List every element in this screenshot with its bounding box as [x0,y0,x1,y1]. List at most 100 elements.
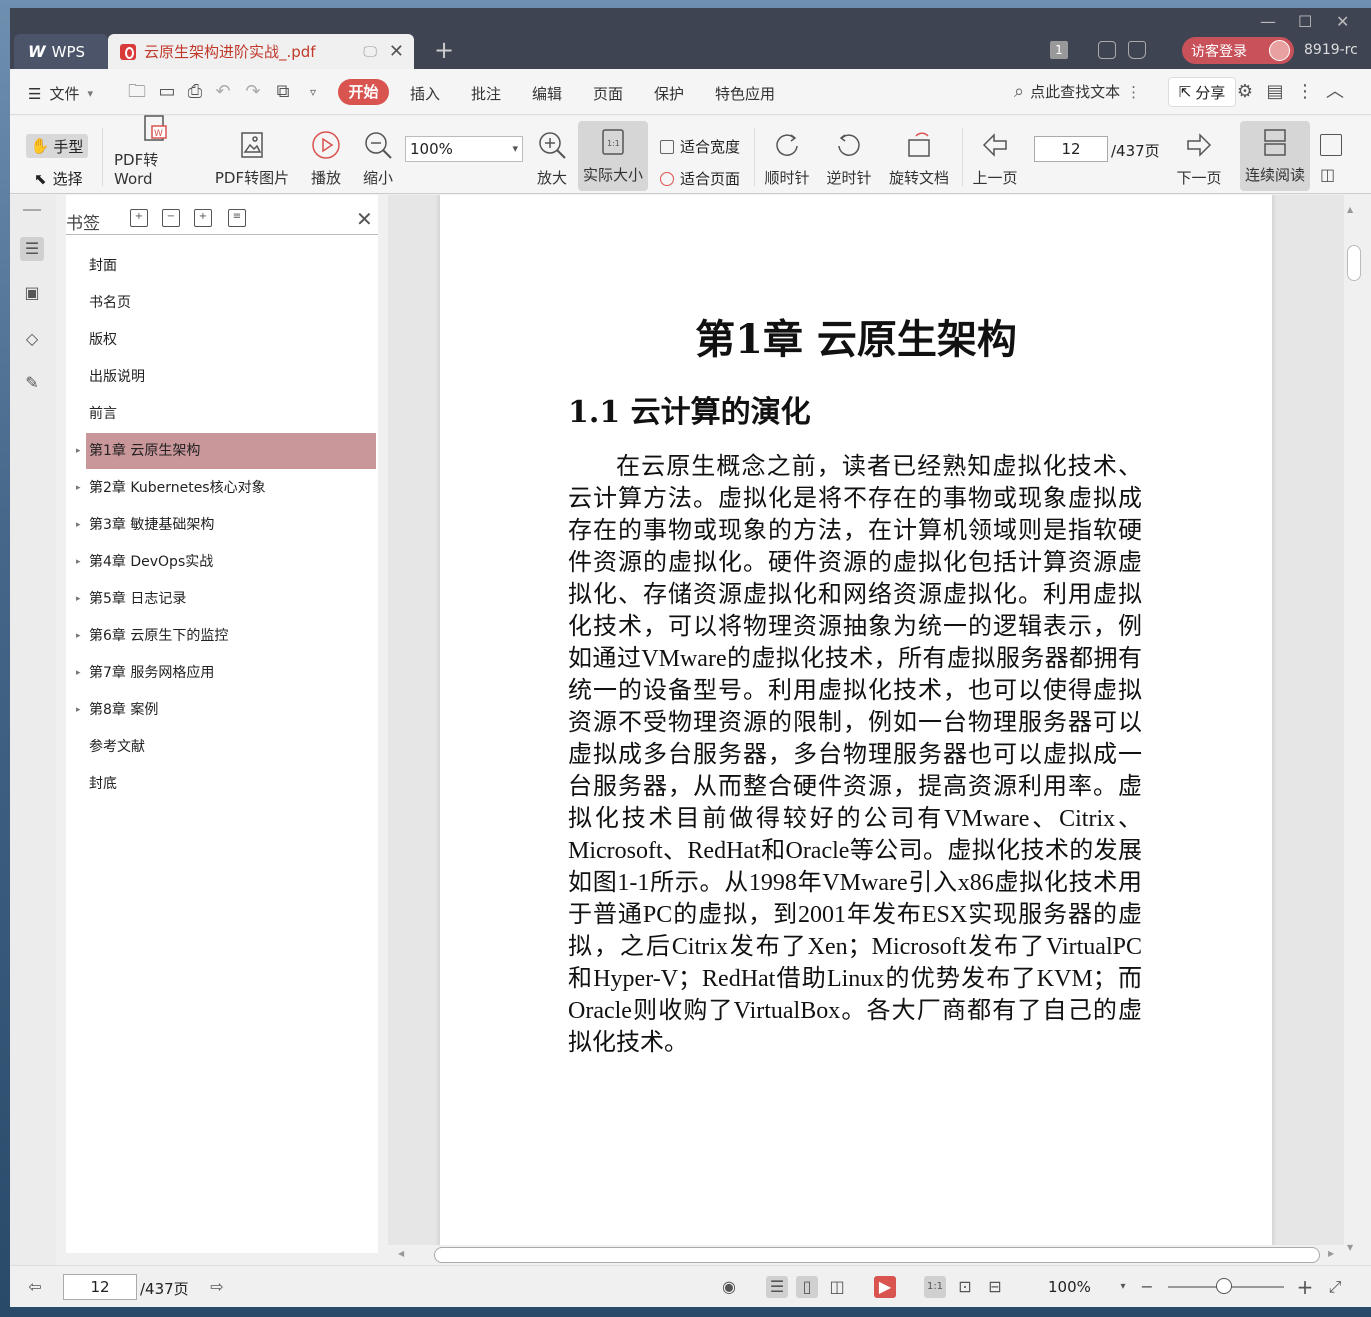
zoom-in-button[interactable]: 放大 [532,116,572,194]
next-page-small-icon[interactable]: ⇨ [206,1276,228,1298]
play-button[interactable]: 播放 [306,116,346,194]
zoom-plus-icon[interactable]: + [1294,1276,1316,1298]
bookmark-item[interactable]: ▸ 第4章 DevOps实战 [76,544,376,580]
open-folder-icon[interactable]: 🗀 [126,81,148,103]
continuous-view-icon[interactable]: ☰ [766,1276,788,1298]
tab-edit[interactable]: 编辑 [532,83,562,104]
continuous-reading-button[interactable]: 连续阅读 [1240,121,1310,191]
vertical-scroll-thumb[interactable] [1347,245,1361,281]
pdf-to-image-button[interactable]: PDF转图片 [212,116,292,194]
collapse-all-icon[interactable]: − [162,209,180,227]
expand-arrow-icon[interactable]: ▸ [76,692,81,728]
share-button[interactable]: ⇱ 分享 [1168,77,1236,107]
fit-page-small-icon[interactable]: ⊡ [954,1276,976,1298]
bookmark-item[interactable]: ▸ 第8章 案例 [76,692,376,728]
monitor-icon[interactable]: 🖵 [363,44,377,60]
bookmark-item[interactable]: ▸ 第7章 服务网格应用 [76,655,376,691]
expand-arrow-icon[interactable]: ▸ [76,618,81,654]
annotation-icon[interactable]: ◇ [20,327,44,351]
tab-protect[interactable]: 保护 [654,83,684,104]
hand-tool-button[interactable]: ✋ 手型 [26,134,88,158]
scroll-up-icon[interactable]: ▲ [1347,205,1353,214]
shirt-icon[interactable] [1128,41,1146,59]
close-panel-icon[interactable]: ✕ [356,207,373,231]
status-zoom-value[interactable]: 100% [1048,1278,1091,1296]
prev-page-small-icon[interactable]: ⇦ [24,1276,46,1298]
bookmark-item[interactable]: ▸ 第6章 云原生下的监控 [76,618,376,654]
bookmark-item[interactable]: ▸ 第3章 敏捷基础架构 [76,507,376,543]
expand-arrow-icon[interactable]: ▸ [76,507,81,543]
horizontal-scroll-thumb[interactable] [434,1247,1320,1263]
collapse-ribbon-icon[interactable]: ︿ [1324,81,1346,103]
new-tab-button[interactable]: + [434,36,454,64]
zoom-minus-icon[interactable]: − [1136,1276,1158,1298]
find-text[interactable]: ⌕ 点此查找文本 ⋮ [1014,81,1141,102]
thumbnail-icon[interactable]: ▣ [20,281,44,305]
fit-width-small-icon[interactable]: ⊟ [984,1276,1006,1298]
bookmark-item[interactable]: 书名页 [86,285,376,321]
tab-insert[interactable]: 插入 [410,83,440,104]
more-dropdown-icon[interactable]: ▿ [302,81,324,103]
eye-protection-icon[interactable]: ◉ [718,1276,740,1298]
zoom-out-button[interactable]: 缩小 [358,116,398,194]
rotate-clockwise-button[interactable]: 顺时针 [762,116,812,194]
bookmark-item[interactable]: ▸ 第5章 日志记录 [76,581,376,617]
document-tab[interactable]: 云原生架构进阶实战_.pdf 🖵 ✕ [108,34,414,69]
more-vertical-icon[interactable]: ⋮ [1126,83,1141,101]
signature-icon[interactable]: ✎ [20,371,44,395]
redo-icon[interactable]: ↷ [242,81,264,103]
close-window-icon[interactable]: ✕ [1336,12,1349,31]
vertical-scrollbar[interactable]: ▲ ▼ [1344,195,1371,1253]
tab-special[interactable]: 特色应用 [715,83,775,104]
pdf-to-word-button[interactable]: W PDF转Word [114,115,196,194]
status-page-input[interactable]: 12 [63,1274,137,1300]
page-number-input[interactable]: 12 [1034,136,1108,162]
comment-icon[interactable]: ▤ [1264,81,1286,103]
expand-all-icon[interactable]: + [130,209,148,227]
window-count-badge[interactable]: 1 [1050,41,1068,59]
gear-icon[interactable]: ⚙ [1234,81,1256,103]
tab-start[interactable]: 开始 [338,79,389,105]
actual-size-small-icon[interactable]: 1:1 [924,1276,946,1298]
fit-page-button[interactable]: 适合页面 [660,168,740,189]
select-tool-button[interactable]: ⬉ 选择 [34,168,83,189]
fullscreen-icon[interactable]: ⤢ [1324,1276,1346,1298]
bookmark-item[interactable]: 封底 [86,766,376,802]
more-icon[interactable]: ⋮ [1294,81,1316,103]
maximize-icon[interactable]: ☐ [1298,12,1312,31]
save-icon[interactable]: ▭ [156,81,178,103]
expand-arrow-icon[interactable]: ▸ [76,581,81,617]
expand-arrow-icon[interactable]: ▸ [76,544,81,580]
bookmark-item[interactable]: 参考文献 [86,729,376,765]
expand-arrow-icon[interactable]: ▸ [76,470,81,506]
export-icon[interactable]: ⧉ [272,81,294,103]
bookmark-item[interactable]: 出版说明 [86,359,376,395]
undo-icon[interactable]: ↶ [212,81,234,103]
rotate-counterclockwise-button[interactable]: 逆时针 [824,116,874,194]
bookmark-item[interactable]: ▸ 第2章 Kubernetes核心对象 [76,470,376,506]
scroll-right-icon[interactable]: ▶ [1328,1249,1334,1258]
bookmark-settings-icon[interactable]: ≡ [228,209,246,227]
login-button[interactable]: 访客登录 [1182,37,1294,64]
book-view-icon[interactable]: ◫ [1320,166,1342,184]
actual-size-button[interactable]: 1:1 实际大小 [578,121,648,191]
scroll-left-icon[interactable]: ◀ [398,1249,404,1258]
zoom-select[interactable]: 100% [405,136,523,162]
previous-page-button[interactable]: 上一页 [970,116,1020,194]
next-page-button[interactable]: 下一页 [1174,116,1224,194]
tab-comment[interactable]: 批注 [471,83,501,104]
fit-width-button[interactable]: 适合宽度 [660,136,740,157]
two-page-view-icon[interactable]: ◫ [826,1276,848,1298]
single-page-view-icon[interactable]: ▯ [796,1276,818,1298]
expand-arrow-icon[interactable]: ▸ [76,655,81,691]
single-page-icon[interactable] [1320,134,1342,156]
file-menu[interactable]: ☰ 文件 ▾ [28,83,93,104]
wps-home-tab[interactable]: W WPS [14,34,108,69]
expand-arrow-icon[interactable]: ▸ [76,433,81,469]
tab-page[interactable]: 页面 [593,83,623,104]
scroll-down-icon[interactable]: ▼ [1347,1243,1353,1252]
skin-icon[interactable] [1098,41,1116,59]
bookmark-item[interactable]: 前言 [86,396,376,432]
slideshow-icon[interactable]: ▶ [874,1276,896,1298]
bookmark-item[interactable]: 版权 [86,322,376,358]
